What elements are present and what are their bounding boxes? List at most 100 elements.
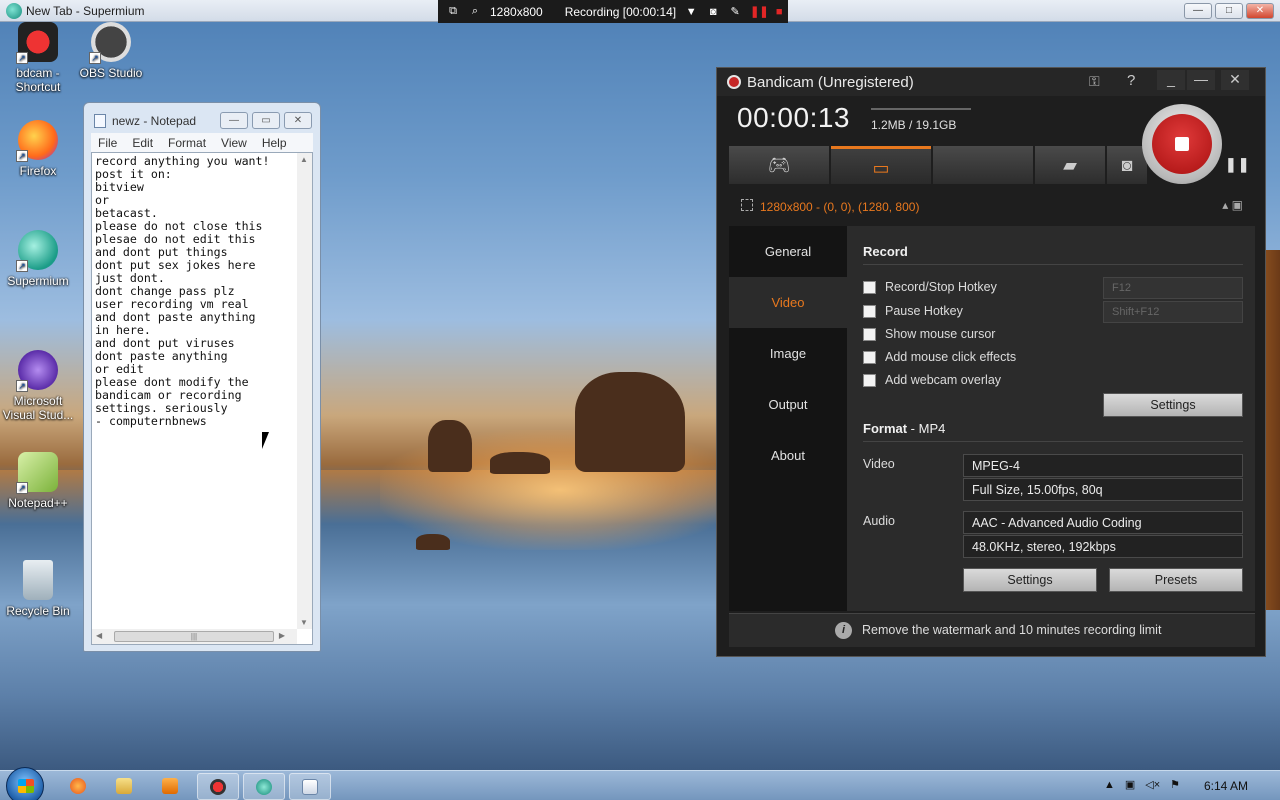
nav-general[interactable]: General	[729, 226, 847, 277]
pause-button[interactable]: ❚❚	[1225, 156, 1250, 173]
taskbar-explorer[interactable]	[104, 773, 146, 800]
video-detail-field[interactable]: Full Size, 15.00fps, 80q	[963, 478, 1243, 501]
nav-about[interactable]: About	[729, 430, 847, 481]
network-icon[interactable]: ▣	[1125, 778, 1135, 791]
window-mode-icon[interactable]: ⧉	[446, 5, 460, 18]
taskbar-notepad[interactable]	[289, 773, 331, 800]
help-icon[interactable]: ?	[1127, 72, 1135, 89]
menu-edit[interactable]: Edit	[125, 133, 161, 152]
checkbox-label: Add webcam overlay	[885, 373, 1002, 387]
notepad-maximize-button[interactable]: ▭	[252, 112, 280, 129]
format-settings-button[interactable]: Settings	[963, 568, 1097, 592]
pause-hotkey-field[interactable]: Shift+F12	[1103, 301, 1243, 323]
key-icon[interactable]: ⚿	[1089, 73, 1100, 90]
webcam-overlay-checkbox[interactable]: Add webcam overlay	[863, 373, 1001, 387]
nav-output[interactable]: Output	[729, 379, 847, 430]
pause-icon[interactable]: ❚❚	[750, 5, 768, 18]
record-stop-button[interactable]	[1142, 104, 1222, 184]
maximize-button[interactable]: □	[1215, 3, 1243, 19]
browser-title: New Tab - Supermium	[26, 4, 145, 18]
close-button[interactable]: ✕	[1246, 3, 1274, 19]
format-label: Format	[863, 421, 908, 436]
desktop-icon-notepadpp[interactable]: ↗ Notepad++	[0, 452, 76, 510]
record-settings-button[interactable]: Settings	[1103, 393, 1243, 417]
select-area-icon[interactable]	[741, 199, 753, 211]
nav-video[interactable]: Video	[729, 277, 847, 328]
action-center-flag-icon[interactable]: ⚑	[1170, 778, 1180, 791]
format-value: - MP4	[907, 421, 946, 436]
recording-timer: 00:00:13	[737, 102, 850, 133]
desktop-icon-bdcam[interactable]: ↗ bdcam - Shortcut	[0, 22, 76, 94]
notepad-icon	[302, 779, 318, 795]
screen-mode-tab[interactable]: ▭	[831, 146, 931, 184]
menu-format[interactable]: Format	[161, 133, 214, 152]
notepad-close-button[interactable]: ✕	[284, 112, 312, 129]
recording-status: Recording [00:00:14]	[564, 4, 677, 19]
desktop-icon-supermium[interactable]: ↗ Supermium	[0, 230, 76, 288]
nav-image[interactable]: Image	[729, 328, 847, 379]
notepad-text-area[interactable]: record anything you want! post it on: bi…	[91, 152, 313, 645]
upgrade-notice-bar[interactable]: i Remove the watermark and 10 minutes re…	[729, 613, 1255, 647]
divider	[863, 441, 1243, 442]
mini-mode-button[interactable]: _	[1157, 70, 1185, 90]
mouse-click-effects-checkbox[interactable]: Add mouse click effects	[863, 350, 1016, 364]
expand-controls[interactable]: ▴ ▣	[1222, 198, 1243, 212]
wallpaper-rock	[490, 452, 550, 474]
chevron-down-icon[interactable]: ▼	[684, 6, 698, 18]
vertical-scrollbar[interactable]: ▲ ▼	[297, 153, 312, 629]
stop-icon	[1175, 137, 1189, 151]
bandicam-minimize-button[interactable]: —	[1187, 70, 1215, 90]
supermium-icon	[256, 779, 272, 795]
stop-icon[interactable]: ■	[772, 6, 786, 18]
audio-detail-field[interactable]: 48.0KHz, stereo, 192kbps	[963, 535, 1243, 558]
horizontal-scrollbar[interactable]: ◀ ||| ▶	[92, 629, 297, 644]
camera-icon[interactable]: ◙	[706, 6, 720, 18]
desktop-icon-firefox[interactable]: ↗ Firefox	[0, 120, 76, 178]
firefox-icon	[70, 778, 86, 794]
presets-button[interactable]: Presets	[1109, 568, 1243, 592]
wallpaper-rock	[428, 420, 472, 472]
audio-codec-field[interactable]: AAC - Advanced Audio Coding	[963, 511, 1243, 534]
desktop-icon-label: Supermium	[7, 274, 69, 288]
bandicam-title-bar[interactable]: Bandicam (Unregistered) ⚿ ? _ — ✕	[717, 68, 1265, 96]
search-icon[interactable]: ⌕	[468, 5, 482, 18]
desktop-icon-visual-studio[interactable]: ↗ Microsoft Visual Stud...	[0, 350, 76, 422]
volume-muted-icon[interactable]: ◁×	[1145, 778, 1160, 791]
taskbar-firefox[interactable]	[58, 773, 100, 800]
desktop-icon-label: Notepad++	[8, 496, 68, 510]
show-hidden-icons-icon[interactable]: ▲	[1104, 779, 1115, 791]
taskbar-bandicam[interactable]	[197, 773, 239, 800]
menu-view[interactable]: View	[214, 133, 255, 152]
visual-studio-icon: ↗	[16, 350, 58, 392]
pencil-icon[interactable]: ✎	[728, 5, 742, 18]
desktop-icon-recycle-bin[interactable]: Recycle Bin	[0, 560, 76, 618]
format-header: Format - MP4	[863, 421, 945, 436]
pause-hotkey-checkbox[interactable]: Pause Hotkey	[863, 304, 963, 318]
menu-file[interactable]: File	[91, 133, 125, 152]
device-mode-tab[interactable]	[933, 146, 1033, 184]
desktop-icon-obs[interactable]: ↗ OBS Studio	[73, 22, 149, 80]
minimize-button[interactable]: —	[1184, 3, 1212, 19]
bandicam-close-button[interactable]: ✕	[1221, 70, 1249, 90]
game-mode-tab[interactable]: 🎮︎	[729, 146, 829, 184]
scrollbar-thumb[interactable]: |||	[114, 631, 274, 642]
record-hotkey-field[interactable]: F12	[1103, 277, 1243, 299]
folder-tab[interactable]: ▰	[1035, 146, 1105, 184]
record-stop-hotkey-checkbox[interactable]: Record/Stop Hotkey	[863, 280, 997, 294]
supermium-icon	[6, 3, 22, 19]
menu-help[interactable]: Help	[255, 133, 295, 152]
notepad-title-bar[interactable]: newz - Notepad — ▭ ✕	[84, 103, 320, 133]
taskbar-clock[interactable]: 6:14 AM	[1204, 779, 1248, 793]
screenshot-tab[interactable]: ◙	[1107, 146, 1147, 184]
mode-tabs: 🎮︎ ▭ ▰ ◙	[729, 146, 1147, 184]
checkbox-label: Pause Hotkey	[885, 304, 963, 318]
wallpaper-rock	[575, 372, 685, 472]
show-mouse-cursor-checkbox[interactable]: Show mouse cursor	[863, 327, 995, 341]
video-codec-field[interactable]: MPEG-4	[963, 454, 1243, 477]
taskbar-supermium[interactable]	[243, 773, 285, 800]
notepad-minimize-button[interactable]: —	[220, 112, 248, 129]
folder-icon: ▰	[1063, 155, 1077, 175]
file-size: 1.2MB / 19.1GB	[871, 118, 957, 132]
taskbar-media-player[interactable]	[150, 773, 192, 800]
start-button[interactable]	[6, 767, 44, 800]
